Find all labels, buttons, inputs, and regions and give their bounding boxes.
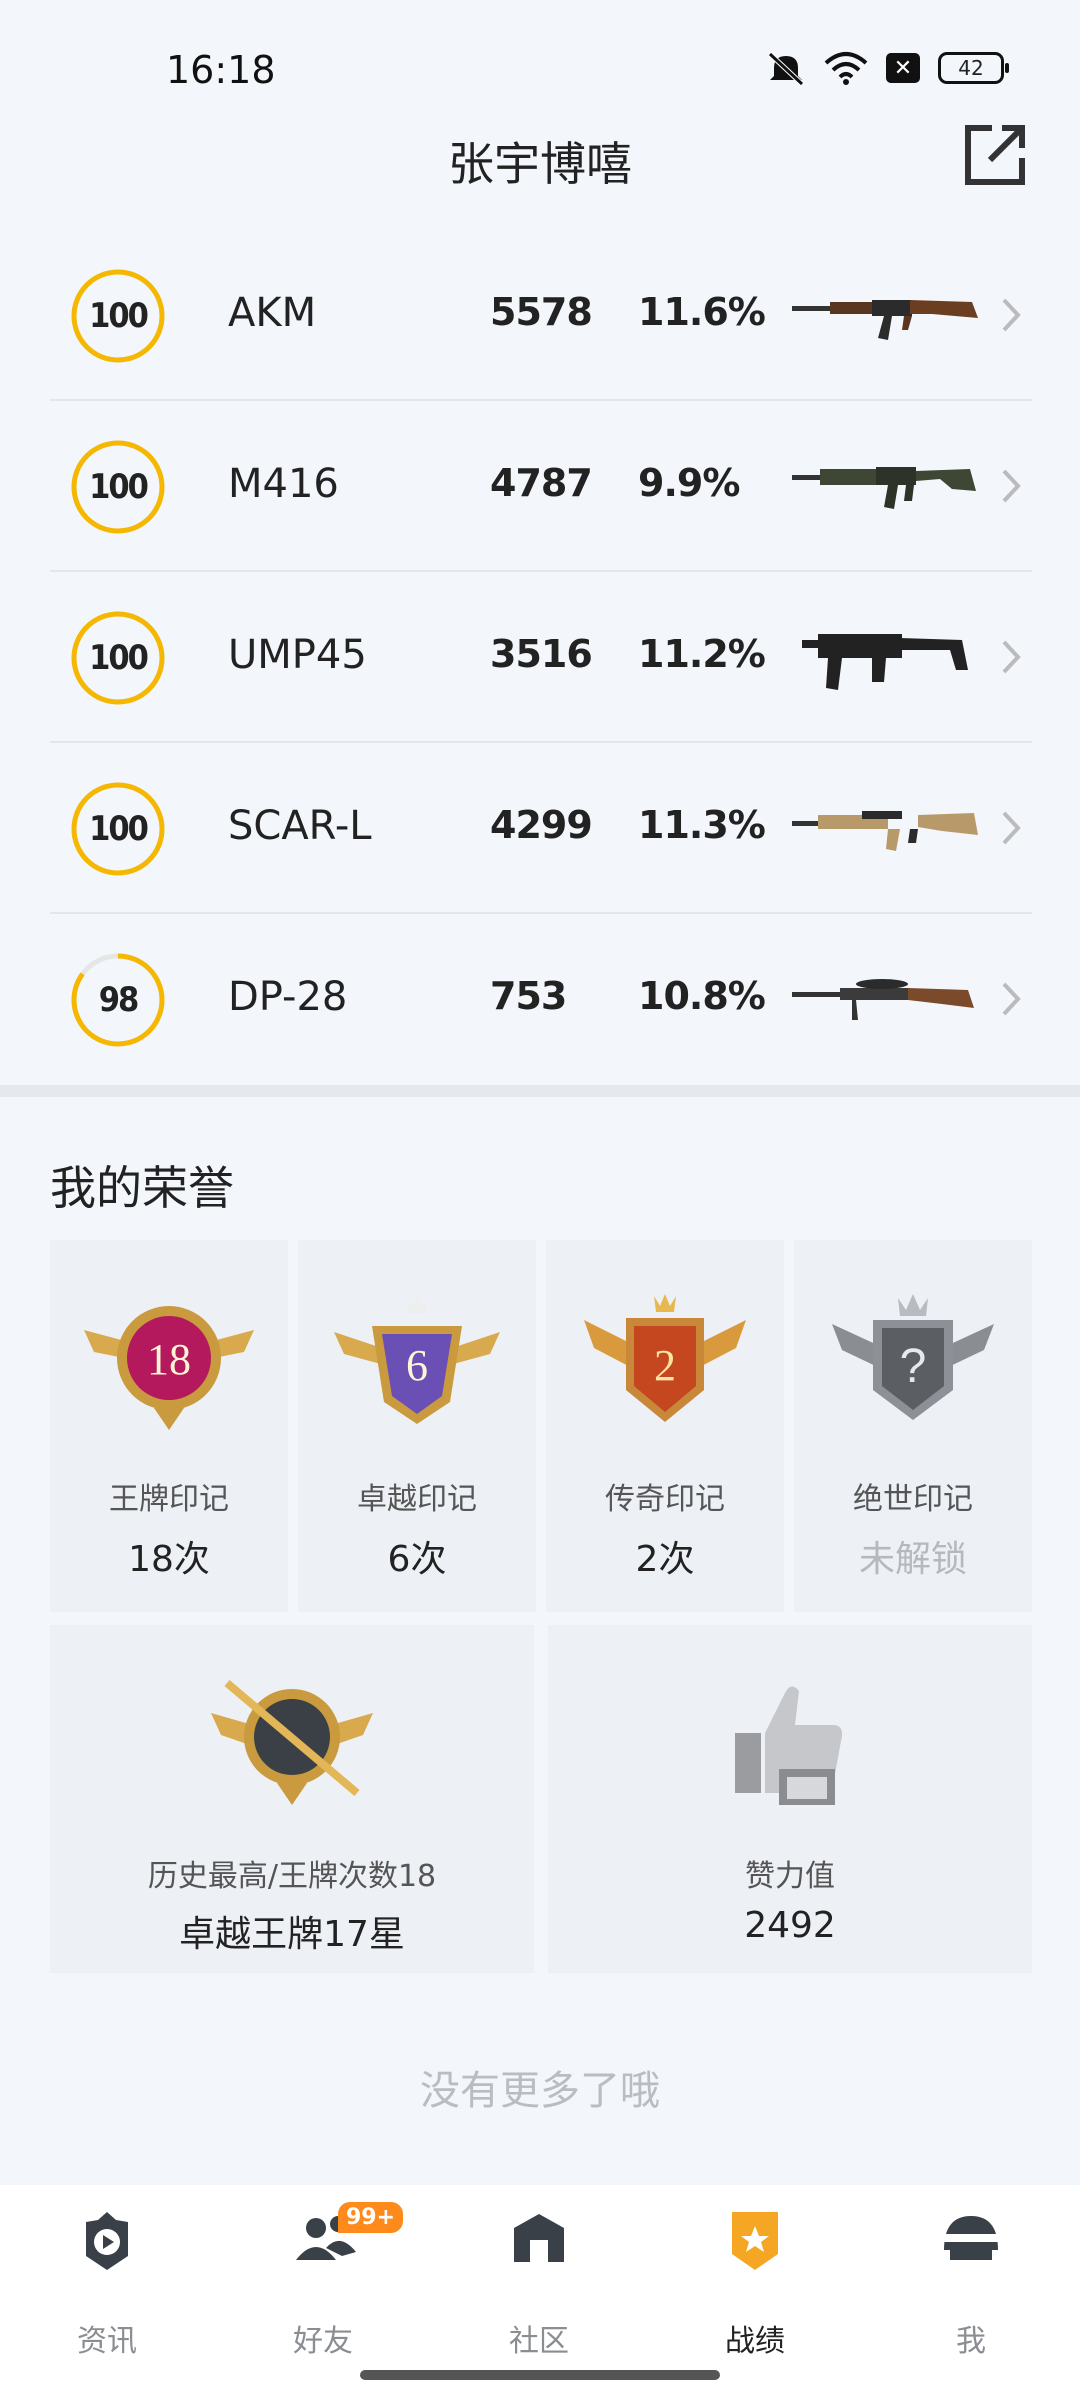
medal-card-excellent[interactable]: 6 卓越印记 6次 [298, 1240, 536, 1612]
weapon-name: M416 [228, 461, 339, 507]
chevron-right-icon [1002, 469, 1021, 503]
excellent-medal-number: 6 [406, 1341, 428, 1390]
honor-summary-grid: 历史最高/王牌次数18 卓越王牌17星 赞力值 2492 [50, 1625, 1032, 1973]
nav-label: 好友 [293, 2324, 353, 2359]
page-title: 张宇博嘻 [448, 137, 632, 191]
history-best-value: 卓越王牌17星 [179, 1914, 405, 1955]
medal-label: 王牌印记 [109, 1482, 229, 1517]
ace-rank-emblem-icon [211, 1679, 373, 1805]
bottom-nav: 资讯 99+ 好友 社区 战绩 我 [0, 2185, 1080, 2400]
dp28-lmg-icon [792, 979, 974, 1020]
medal-count: 18次 [128, 1539, 210, 1580]
legend-medal-icon: 2 [584, 1294, 746, 1422]
medal-card-peerless[interactable]: ? 绝世印记 未解锁 [794, 1240, 1032, 1612]
history-best-label: 历史最高/王牌次数18 [147, 1859, 437, 1894]
nav-tab-community[interactable]: 社区 [464, 2210, 614, 2360]
header: 张宇博嘻 [0, 120, 1080, 200]
chevron-right-icon [1002, 982, 1021, 1016]
medal-label: 绝世印记 [853, 1482, 973, 1517]
nav-tab-news[interactable]: 资讯 [32, 2210, 182, 2360]
medal-label: 卓越印记 [357, 1482, 477, 1517]
excellent-medal-icon: 6 [334, 1296, 500, 1424]
chevron-right-icon [1002, 298, 1021, 332]
akm-rifle-icon [792, 300, 978, 340]
nav-tab-friends[interactable]: 99+ 好友 [248, 2202, 404, 2360]
nav-label: 社区 [509, 2324, 569, 2359]
weapon-percent: 11.6% [638, 290, 766, 334]
wifi-icon [824, 52, 868, 85]
weapon-kills: 4787 [490, 461, 593, 505]
weapon-level: 100 [89, 296, 149, 336]
weapon-name: UMP45 [228, 632, 367, 678]
medal-count: 6次 [387, 1539, 447, 1580]
battery-level: 42 [958, 56, 984, 80]
legend-medal-number: 2 [654, 1341, 676, 1390]
news-play-icon [86, 2212, 128, 2270]
chevron-right-icon [1002, 811, 1021, 845]
weapon-percent: 11.3% [638, 803, 766, 847]
notification-x-icon: ✕ [886, 53, 920, 83]
ace-medal-number: 18 [147, 1335, 191, 1384]
weapon-kills: 3516 [490, 632, 593, 676]
weapon-level: 100 [89, 467, 149, 507]
likes-label: 赞力值 [745, 1859, 835, 1894]
home-indicator[interactable] [360, 2370, 720, 2380]
weapon-level: 100 [89, 809, 149, 849]
status-bar: 16:18 ✕ 42 [0, 0, 1080, 130]
history-best-card[interactable]: 历史最高/王牌次数18 卓越王牌17星 [50, 1625, 534, 1973]
nav-label: 资讯 [77, 2324, 137, 2359]
nav-label: 我 [956, 2324, 986, 2359]
end-of-list-text: 没有更多了哦 [420, 2068, 660, 2114]
weapon-row[interactable]: 100 AKM 5578 11.6% [50, 230, 1032, 401]
medal-grid: 18 王牌印记 18次 6 卓越印记 6次 2 传奇印记 2次 ? 绝世印记 未… [50, 1240, 1032, 1612]
m416-rifle-icon [792, 467, 976, 509]
nav-tab-stats[interactable]: 战绩 [680, 2210, 830, 2360]
scar-l-rifle-icon [792, 811, 978, 851]
weapon-row[interactable]: 100 UMP45 3516 11.2% [50, 572, 1032, 743]
nav-tab-me[interactable]: 我 [896, 2210, 1046, 2360]
medal-label: 传奇印记 [605, 1482, 725, 1517]
community-house-icon [514, 2214, 564, 2262]
medal-count: 未解锁 [858, 1539, 967, 1580]
weapon-name: SCAR-L [228, 803, 372, 849]
ace-medal-icon: 18 [84, 1306, 254, 1430]
thumbs-up-trophy-icon [735, 1686, 843, 1805]
weapon-percent: 9.9% [638, 461, 740, 505]
likes-value: 2492 [744, 1905, 836, 1946]
weapon-level: 100 [89, 638, 149, 678]
peerless-medal-mark: ? [900, 1340, 927, 1393]
weapon-kills: 4299 [490, 803, 593, 847]
honors-title: 我的荣誉 [50, 1161, 234, 1215]
peerless-medal-locked-icon: ? [832, 1294, 994, 1420]
weapon-level: 98 [98, 980, 140, 1020]
medal-card-legend[interactable]: 2 传奇印记 2次 [546, 1240, 784, 1612]
chevron-right-icon [1002, 640, 1021, 674]
ump45-smg-icon [802, 634, 968, 690]
weapon-name: AKM [228, 290, 317, 336]
stats-badge-icon [732, 2212, 778, 2270]
battery-icon: 42 [938, 52, 1009, 84]
section-divider [0, 1085, 1080, 1097]
weapon-row[interactable]: 100 SCAR-L 4299 11.3% [50, 743, 1032, 914]
weapon-list: 100 AKM 5578 11.6% 100 M416 4787 9.9% 10… [50, 230, 1032, 1085]
friends-badge: 99+ [338, 2202, 404, 2233]
helmet-icon [944, 2216, 998, 2260]
status-time: 16:18 [166, 48, 276, 92]
medal-card-ace[interactable]: 18 王牌印记 18次 [50, 1240, 288, 1612]
weapon-kills: 5578 [490, 290, 593, 334]
weapon-row[interactable]: 98 DP-28 753 10.8% [50, 914, 1032, 1085]
weapon-name: DP-28 [228, 974, 348, 1020]
weapon-kills: 753 [490, 974, 567, 1018]
weapon-percent: 10.8% [638, 974, 766, 1018]
weapon-row[interactable]: 100 M416 4787 9.9% [50, 401, 1032, 572]
mute-icon [768, 52, 804, 86]
likes-card[interactable]: 赞力值 2492 [548, 1625, 1032, 1973]
nav-label: 战绩 [725, 2324, 785, 2359]
medal-count: 2次 [635, 1539, 695, 1580]
share-icon[interactable] [962, 122, 1028, 188]
status-icons: ✕ 42 [766, 50, 1009, 86]
weapon-percent: 11.2% [638, 632, 766, 676]
